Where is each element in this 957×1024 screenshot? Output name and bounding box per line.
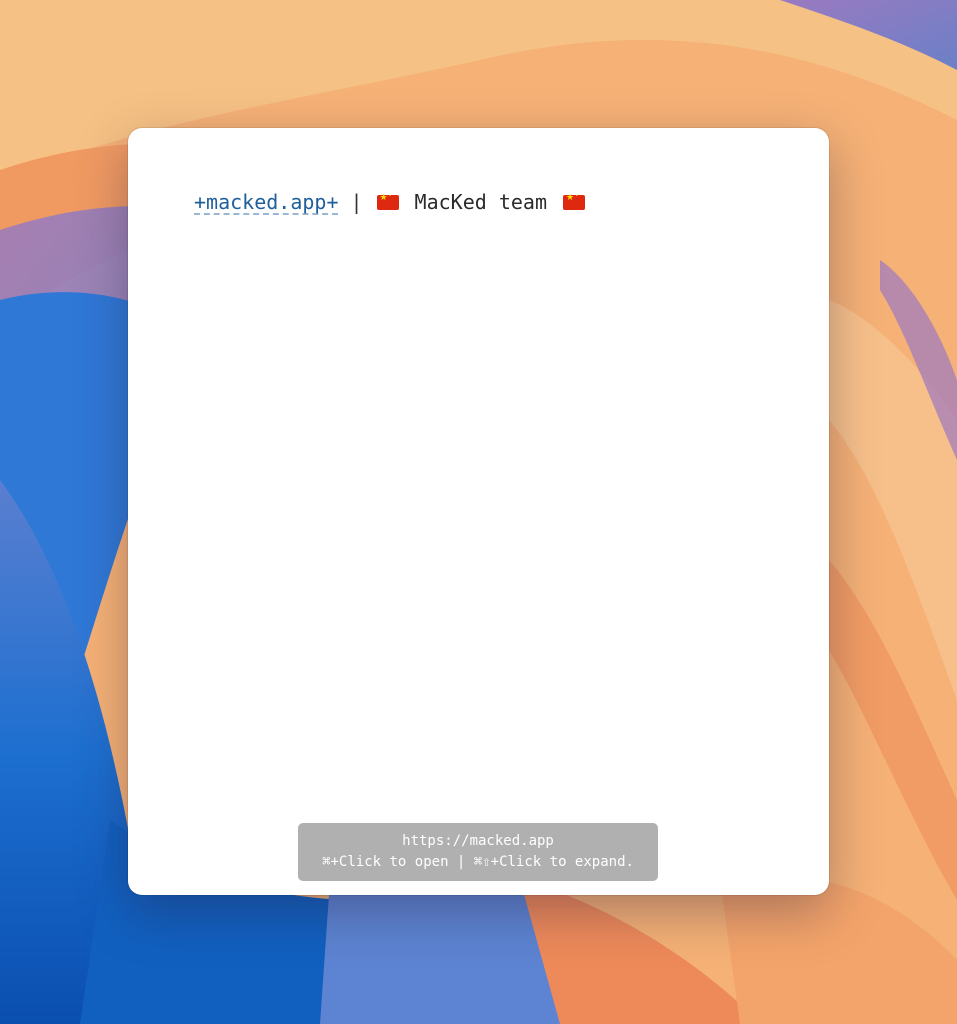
tooltip-url: https://macked.app: [402, 833, 554, 849]
note-window: +macked.app+ | MacKed team https://macke…: [128, 128, 829, 895]
link-tooltip: https://macked.app ⌘+Click to open | ⌘⇧+…: [298, 823, 658, 881]
tooltip-hint: ⌘+Click to open | ⌘⇧+Click to expand.: [322, 854, 634, 870]
note-content-line: +macked.app+ | MacKed team: [194, 190, 587, 214]
china-flag-icon: [376, 191, 399, 210]
china-flag-icon: [563, 191, 585, 210]
macked-link[interactable]: +macked.app+: [194, 190, 339, 214]
team-name-text: MacKed team: [414, 190, 547, 214]
separator-text: |: [350, 190, 363, 214]
